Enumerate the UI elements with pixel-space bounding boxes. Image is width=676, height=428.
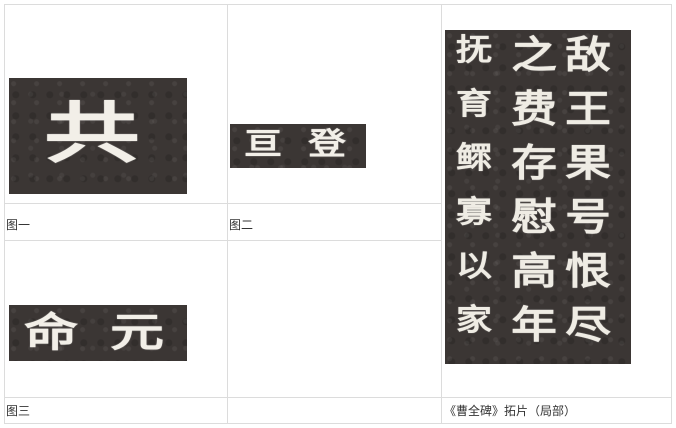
- figure-3-caption: 图三: [6, 404, 31, 418]
- figure-2-glyph-1: 亘: [244, 127, 282, 162]
- grid-line-mid-a: [4, 203, 441, 204]
- figure-2-caption: 图二: [229, 218, 254, 232]
- stele-glyph: 育: [456, 87, 492, 122]
- stele-rubbing-image: 敌 王 果 号 恨 尽 之 费 存 慰 高 年 抚 育 鳏 寡 以 家: [445, 30, 631, 364]
- stele-glyph: 果: [565, 140, 611, 185]
- stele-glyph: 费: [511, 86, 557, 131]
- stele-glyph: 高: [511, 248, 557, 293]
- stele-glyph: 号: [565, 194, 611, 239]
- grid-line-right: [671, 4, 672, 424]
- stele-glyph: 年: [511, 302, 557, 347]
- stele-glyph: 家: [456, 303, 492, 338]
- stele-glyph: 以: [456, 249, 492, 284]
- stele-glyph: 恨: [565, 248, 611, 293]
- figure-1-glyph: 共: [44, 94, 140, 172]
- grid-line-left: [4, 4, 5, 424]
- figure-3-glyph-1: 命: [24, 309, 78, 356]
- stele-glyph: 存: [511, 140, 557, 185]
- stele-glyph: 抚: [456, 33, 492, 68]
- grid-line-bottom: [4, 423, 672, 424]
- grid-line-lower: [4, 397, 672, 398]
- figure-1-rubbing-image: 共: [9, 78, 187, 194]
- figure-3-glyph-2: 元: [110, 309, 164, 356]
- stele-glyph: 敌: [565, 32, 611, 77]
- grid-line-mid-b: [4, 240, 441, 241]
- figure-3-rubbing-image: 命 元: [9, 305, 187, 361]
- stele-glyph: 鳏: [456, 141, 492, 176]
- figure-1-caption: 图一: [6, 218, 31, 232]
- grid-line-col1: [227, 4, 228, 424]
- figure-2-rubbing-image: 亘 登: [230, 124, 366, 168]
- stele-glyph: 王: [565, 86, 611, 131]
- stele-caption: 《曹全碑》拓片（局部）: [444, 404, 577, 418]
- stele-column-2: 之 费 存 慰 高 年: [511, 36, 557, 344]
- figure-2-glyph-2: 登: [308, 127, 346, 162]
- grid-line-col2: [441, 4, 442, 424]
- stele-column-3: 抚 育 鳏 寡 以 家: [456, 33, 492, 338]
- stele-glyph: 慰: [511, 194, 557, 239]
- stele-glyph: 之: [511, 32, 557, 77]
- stele-glyph: 寡: [456, 195, 492, 230]
- grid-line-top: [4, 4, 672, 5]
- stele-column-1: 敌 王 果 号 恨 尽: [565, 36, 611, 344]
- stele-glyph: 尽: [565, 302, 611, 347]
